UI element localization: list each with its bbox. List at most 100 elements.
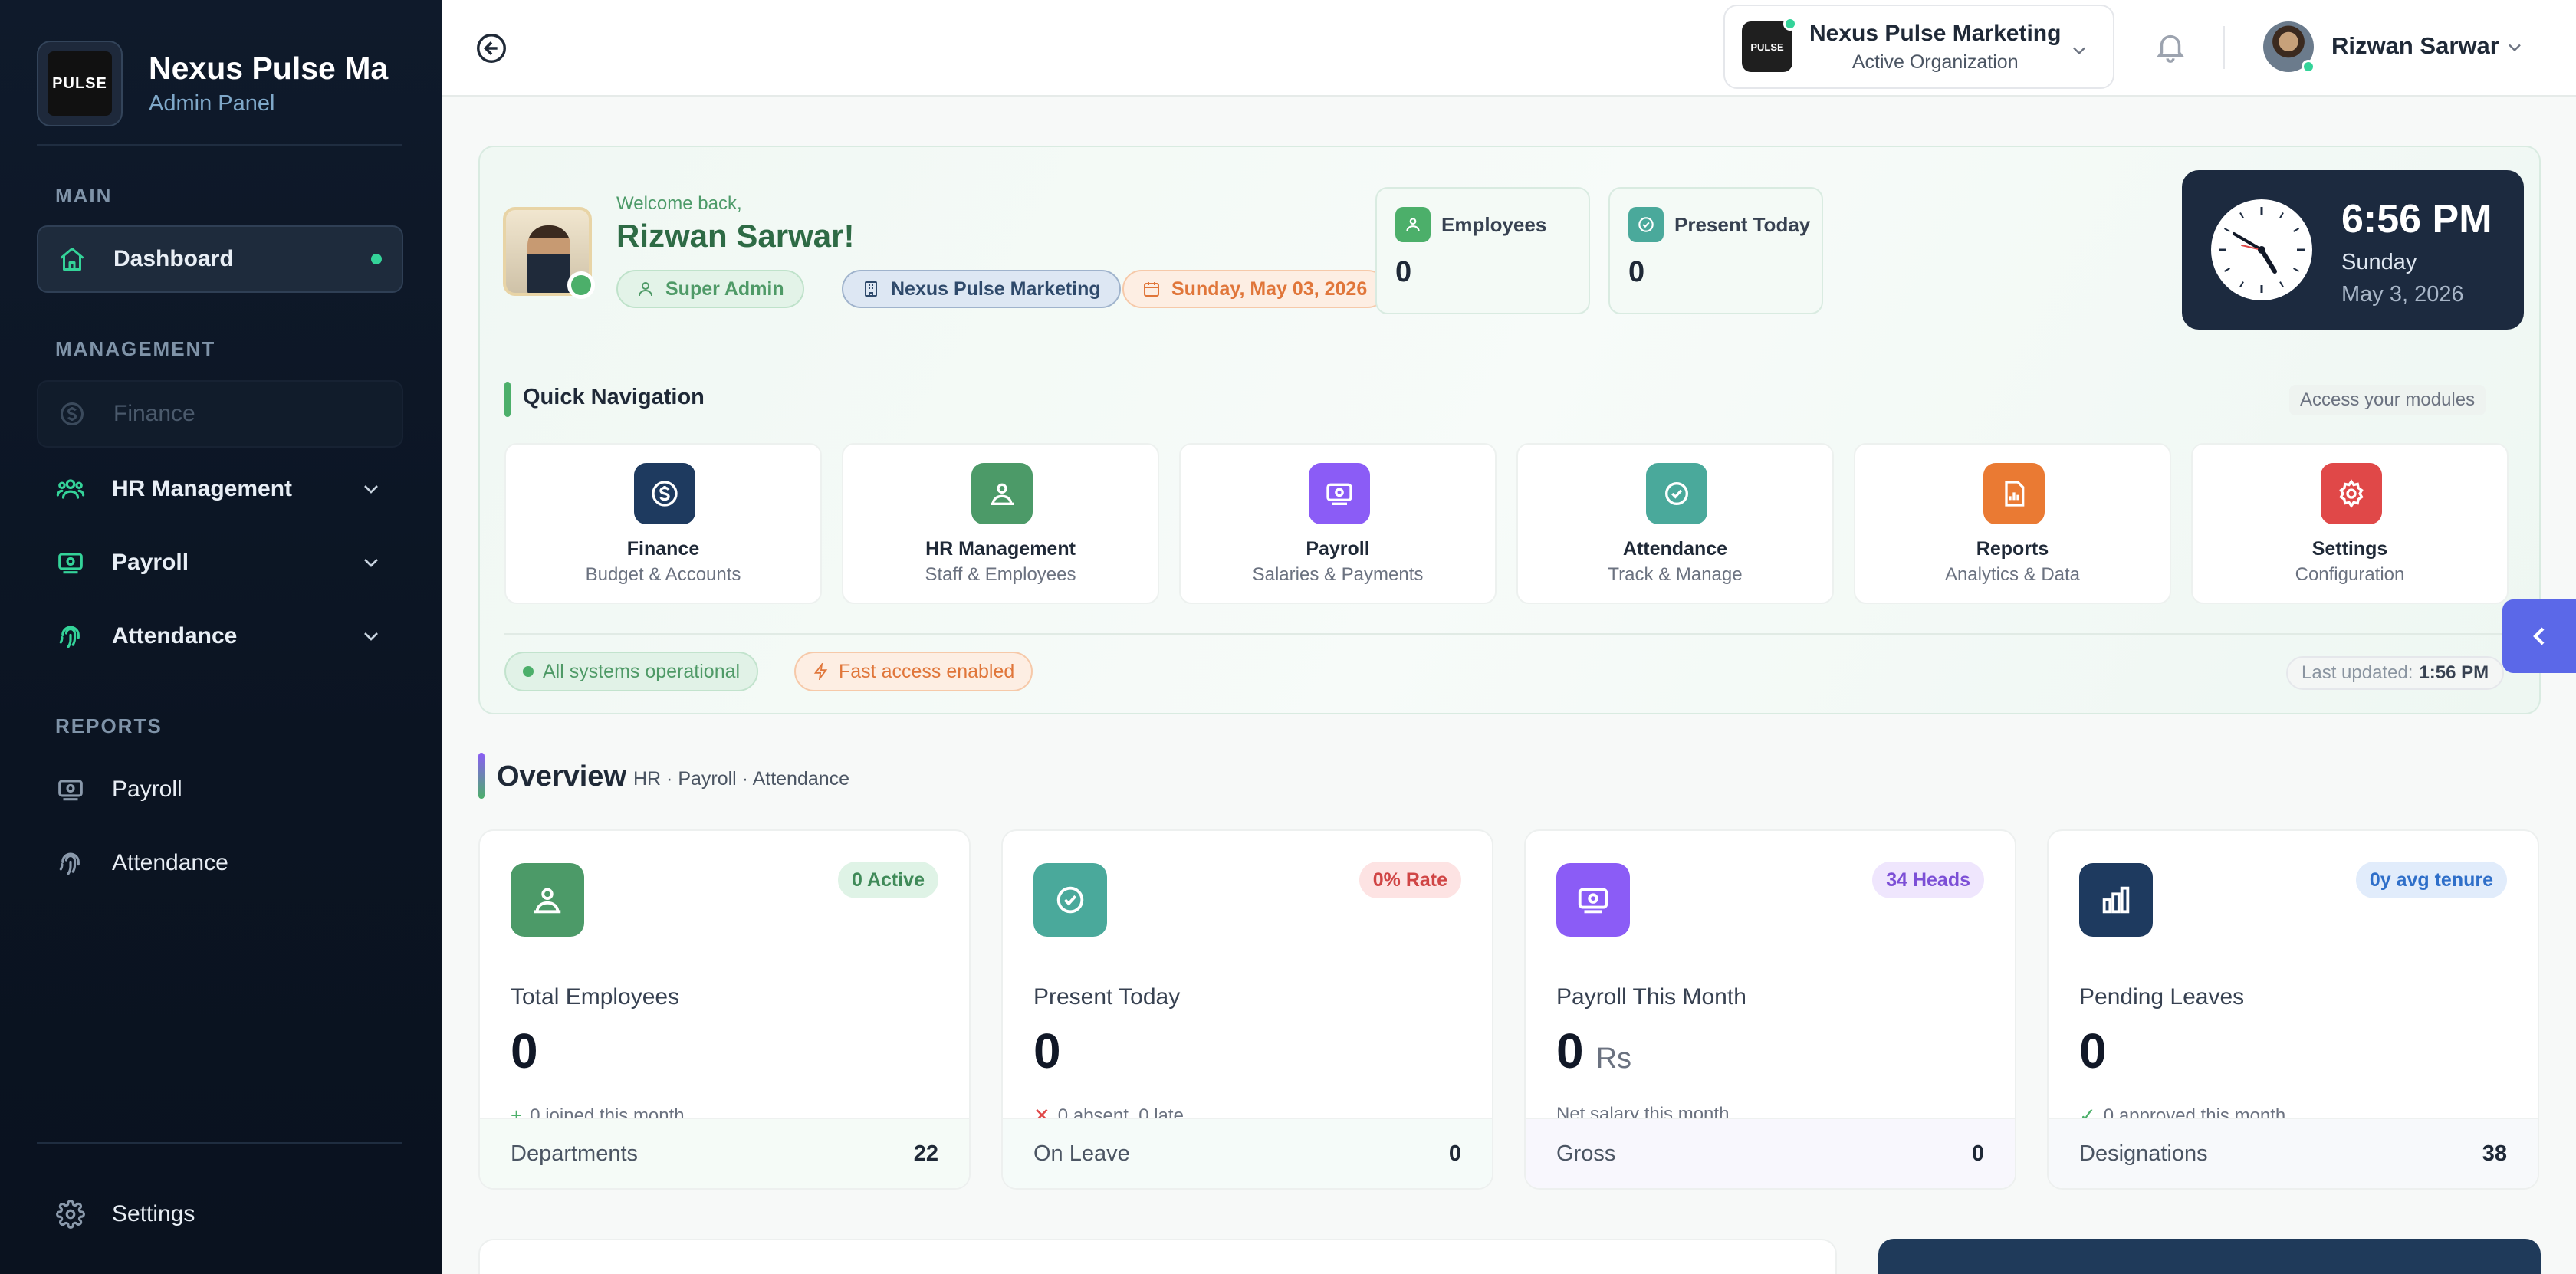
stat-value-number: 0 [1556,1023,1584,1079]
collapse-sidebar-button[interactable] [474,31,509,66]
users-icon [971,463,1033,524]
bottom-panel-left [478,1239,1837,1274]
users-icon [1395,207,1431,242]
brand-logo: PULSE [37,41,123,126]
organization-switcher[interactable]: PULSE Nexus Pulse Marketing Active Organ… [1723,5,2114,89]
sidebar-item-report-attendance[interactable]: Attendance [37,829,403,897]
users-icon [511,863,584,937]
section-management: MANAGEMENT [55,337,216,360]
status-badge: 0y avg tenure [2355,862,2507,898]
tile-name: Settings [2312,538,2388,560]
clock-time: 6:56 PM [2341,197,2492,241]
bell-icon [2157,34,2184,63]
role-badge: Super Admin [616,270,804,308]
last-updated-time: 1:56 PM [2419,662,2489,683]
sidebar-item-label: Payroll [112,550,189,575]
status-badge: 0 Active [838,862,938,898]
online-indicator [1783,17,1797,31]
section-accent [504,382,511,417]
brand-name: Nexus Pulse Ma [149,51,389,86]
quick-nav-hr-management[interactable]: HR Management Staff & Employees [842,443,1159,604]
org-logo-text: PULSE [1750,41,1784,53]
payroll-icon [55,774,86,805]
stat-value: 0 Rs [1556,1023,1631,1079]
fingerprint-icon [55,848,86,878]
sidebar-item-finance[interactable]: Finance [37,380,403,448]
tile-subtitle: Staff & Employees [925,564,1076,585]
quick-nav-payroll[interactable]: Payroll Salaries & Payments [1179,443,1497,604]
stat-footer: Departments 22 [480,1118,969,1188]
active-indicator [371,254,382,264]
header-divider [2223,26,2225,69]
chevron-down-icon [2068,40,2090,65]
org-name: Nexus Pulse Marketing [1809,20,2062,46]
mini-stat-value: 0 [1395,256,1412,288]
chevron-down-icon [359,624,383,655]
welcome-name: Rizwan Sarwar! [616,218,855,254]
stat-value-number: 0 [2079,1023,2107,1079]
fast-access-text: Fast access enabled [839,660,1015,682]
user-avatar[interactable] [2263,21,2315,74]
sidebar-item-settings[interactable]: Settings [37,1180,403,1248]
chevron-down-icon [359,477,383,507]
sidebar-item-attendance[interactable]: Attendance [37,603,403,670]
payroll-icon [1556,863,1630,937]
chevron-down-icon[interactable] [2504,37,2525,62]
brand[interactable]: PULSE Nexus Pulse Ma Admin Panel [37,40,402,127]
status-badge: 0% Rate [1359,862,1461,898]
org-logo: PULSE [1742,17,1797,72]
quick-nav-finance[interactable]: Finance Budget & Accounts [504,443,822,604]
quick-nav-attendance[interactable]: Attendance Track & Manage [1516,443,1834,604]
sidebar-item-label: Attendance [112,850,228,875]
stat-value: 0 [2079,1023,2107,1079]
tile-name: Finance [626,538,700,560]
date-label: Sunday, May 03, 2026 [1171,277,1368,300]
sidebar-item-label: Payroll [112,777,182,802]
overview-subtitle: HR · Payroll · Attendance [633,768,850,790]
stat-card-total-employees[interactable]: 0 Active Total Employees 0 + 0 joined th… [478,829,971,1190]
sidebar-item-dashboard[interactable]: Dashboard [37,225,403,293]
tile-subtitle: Track & Manage [1608,564,1743,585]
quick-navigation-title: Quick Navigation [523,385,705,409]
sidebar-item-label: Settings [112,1201,196,1226]
status-badge: 34 Heads [1872,862,1984,898]
overview-title: Overview [497,760,626,793]
tile-subtitle: Budget & Accounts [585,564,741,585]
sidebar-divider [37,144,402,146]
quick-nav-settings[interactable]: Settings Configuration [2191,443,2509,604]
clock-day: Sunday [2341,250,2417,274]
stat-card-present-today[interactable]: 0% Rate Present Today 0 ✕ 0 absent, 0 la… [1001,829,1493,1190]
org-label: Nexus Pulse Marketing [891,277,1101,300]
tile-subtitle: Salaries & Payments [1252,564,1424,585]
payroll-icon [1309,463,1370,524]
stat-footer-label: Designations [2079,1141,2208,1166]
sidebar-divider [37,1142,402,1144]
fingerprint-icon [55,621,86,652]
payroll-icon [55,547,86,578]
gear-icon [2321,463,2382,524]
sidebar-item-payroll[interactable]: Payroll [37,529,403,596]
check-circle-icon [1033,863,1107,937]
stat-label: Payroll This Month [1556,984,1746,1010]
stat-footer-label: On Leave [1033,1141,1130,1166]
stat-footer-value: 38 [2482,1141,2507,1166]
side-panel-toggle[interactable] [2502,599,2576,673]
stat-card-pending-leaves[interactable]: 0y avg tenure Pending Leaves 0 ✓ 0 appro… [2047,829,2539,1190]
stat-value-number: 0 [1033,1023,1061,1079]
dollar-circle-icon [634,463,695,524]
last-updated-pill: Last updated: 1:56 PM [2286,656,2505,690]
role-label: Super Admin [665,277,784,300]
chevron-down-icon [359,550,383,581]
quick-nav-reports[interactable]: Reports Analytics & Data [1854,443,2171,604]
sidebar-item-hr-management[interactable]: HR Management [37,455,403,523]
mini-stat-label: Present Today [1674,213,1811,236]
stat-label: Pending Leaves [2079,984,2245,1010]
stat-value-number: 0 [511,1023,538,1079]
stat-card-payroll-this-month[interactable]: 34 Heads Payroll This Month 0 Rs Net sala… [1524,829,2016,1190]
mini-stat-label: Employees [1441,213,1547,236]
notifications-button[interactable] [2153,29,2191,67]
user-name[interactable]: Rizwan Sarwar [2331,32,2499,60]
sidebar-item-report-payroll[interactable]: Payroll [37,756,403,823]
tile-name: Attendance [1622,538,1728,560]
brand-logo-text: PULSE [48,51,112,116]
